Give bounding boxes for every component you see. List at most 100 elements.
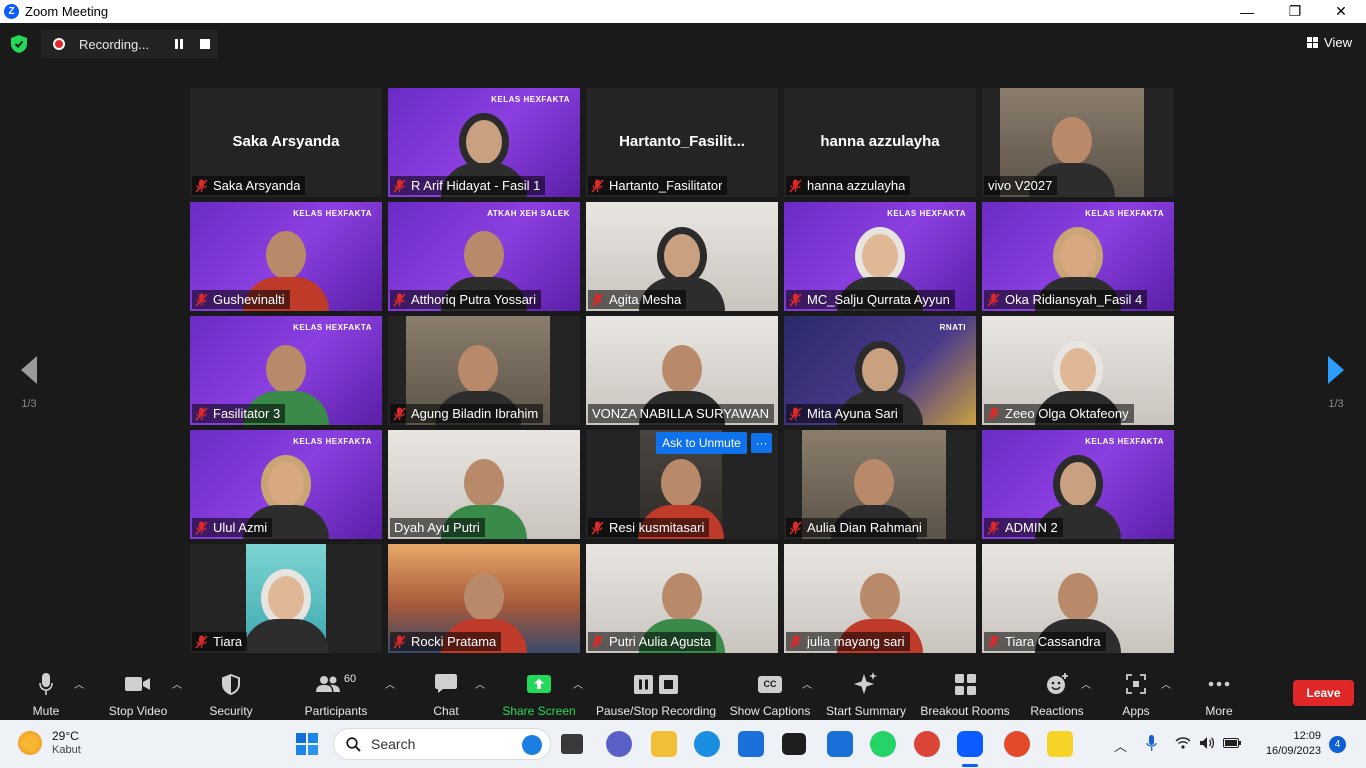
stop-video-button[interactable]: Stop Video (106, 663, 170, 720)
window-title: Zoom Meeting (25, 4, 109, 19)
participant-tile[interactable]: KELAS HEXFAKTA Fasilitator 3 (190, 316, 382, 425)
file-explorer-icon[interactable] (651, 731, 677, 757)
taskbar-search-box[interactable]: Search (333, 728, 551, 760)
chat-options-chevron-icon[interactable]: ︿ (475, 676, 485, 691)
close-button[interactable]: ✕ (1318, 0, 1364, 23)
mute-button[interactable]: Mute (24, 663, 68, 720)
weather-condition: Kabut (52, 744, 81, 756)
participant-tile[interactable]: KELAS HEXFAKTA Oka Ridiansyah_Fasil 4 (982, 202, 1174, 311)
participant-tile[interactable]: KELAS HEXFAKTA Ulul Azmi (190, 430, 382, 539)
microphone-icon (39, 673, 53, 695)
chrome-icon[interactable] (914, 731, 940, 757)
participant-name: Dyah Ayu Putri (394, 520, 480, 535)
reactions-button[interactable]: Reactions (1030, 663, 1084, 720)
participant-tile[interactable]: Dyah Ayu Putri (388, 430, 580, 539)
participant-tile[interactable]: KELAS HEXFAKTA MC_Salju Qurrata Ayyun (784, 202, 976, 311)
participant-tile[interactable]: Saka Arsyanda Saka Arsyanda (190, 88, 382, 197)
participant-tile[interactable]: RNATI Mita Ayuna Sari (784, 316, 976, 425)
muted-microphone-icon (789, 178, 802, 193)
participant-display-name: hanna azzulayha (820, 133, 940, 150)
participants-label: Participants (304, 704, 368, 718)
participant-tile[interactable]: Agung Biladin Ibrahim (388, 316, 580, 425)
battery-icon[interactable] (1223, 738, 1241, 748)
share-screen-button[interactable]: Share Screen (502, 663, 576, 720)
chat-button[interactable]: Chat (430, 663, 462, 720)
participant-tile[interactable]: KELAS HEXFAKTA ADMIN 2 (982, 430, 1174, 539)
weather-widget[interactable]: 29°C Kabut (18, 729, 81, 757)
notification-badge[interactable]: 4 (1329, 736, 1346, 753)
start-summary-button[interactable]: Start Summary (825, 663, 907, 720)
participant-tile[interactable]: julia mayang sari (784, 544, 976, 653)
participant-tile[interactable]: Resi kusmitasari Ask to Unmute ··· (586, 430, 778, 539)
participant-tile[interactable]: KELAS HEXFAKTA R Arif Hidayat - Fasil 1 (388, 88, 580, 197)
reactions-options-chevron-icon[interactable]: ︿ (1081, 676, 1091, 691)
participant-more-options-button[interactable]: ··· (751, 433, 772, 453)
share-screen-label: Share Screen (502, 704, 576, 718)
participant-tile[interactable]: Zeeo Olga Oktafeony (982, 316, 1174, 425)
more-button[interactable]: More (1198, 663, 1240, 720)
tray-microphone-icon[interactable] (1146, 735, 1157, 752)
breakout-rooms-button[interactable]: Breakout Rooms (920, 663, 1010, 720)
taskbar-clock[interactable]: 12:09 16/09/2023 (1266, 729, 1321, 759)
participant-tile[interactable]: Aulia Dian Rahmani (784, 430, 976, 539)
chevron-right-icon[interactable] (1326, 355, 1346, 385)
prev-page-nav[interactable]: 1/3 (9, 355, 49, 410)
participant-name: julia mayang sari (807, 634, 905, 649)
volume-icon[interactable] (1199, 736, 1215, 750)
participant-name: vivo V2027 (988, 178, 1053, 193)
security-button[interactable]: Security (206, 663, 256, 720)
muted-microphone-icon (393, 406, 406, 421)
show-captions-button[interactable]: CC Show Captions (730, 663, 810, 720)
participant-tile[interactable]: vivo V2027 (982, 88, 1174, 197)
teams-chat-icon[interactable] (606, 731, 632, 757)
minimize-button[interactable]: — (1224, 0, 1270, 23)
whatsapp-icon[interactable] (870, 731, 896, 757)
participant-tile[interactable]: Putri Aulia Agusta (586, 544, 778, 653)
ccleaner-icon[interactable] (1004, 731, 1030, 757)
bing-icon[interactable] (522, 735, 542, 755)
apps-options-chevron-icon[interactable]: ︿ (1161, 676, 1171, 691)
security-app-icon[interactable] (827, 731, 853, 757)
pause-stop-recording-button[interactable]: Pause/Stop Recording (596, 663, 716, 720)
pause-recording-icon[interactable] (175, 39, 185, 49)
participant-tile[interactable]: Rocki Pratama (388, 544, 580, 653)
maximize-button[interactable]: ❐ (1272, 0, 1318, 23)
stop-recording-icon[interactable] (200, 39, 210, 49)
participants-button[interactable]: 60 Participants (303, 663, 369, 720)
wifi-icon[interactable] (1175, 736, 1191, 750)
participant-name-tag: R Arif Hidayat - Fasil 1 (390, 176, 546, 195)
ask-to-unmute-button[interactable]: Ask to Unmute (656, 432, 747, 454)
participant-tile[interactable]: Hartanto_Fasilit... Hartanto_Fasilitator (586, 88, 778, 197)
participant-tile[interactable]: Tiara (190, 544, 382, 653)
zoom-app: Z Zoom Meeting — ❐ ✕ Recording... View 1… (0, 0, 1366, 768)
video-options-chevron-icon[interactable]: ︿ (172, 676, 182, 691)
view-button[interactable]: View (1307, 35, 1352, 50)
audio-options-chevron-icon[interactable]: ︿ (74, 676, 84, 691)
participant-tile[interactable]: hanna azzulayha hanna azzulayha (784, 88, 976, 197)
task-view-icon[interactable] (561, 734, 583, 754)
participant-tile[interactable]: Tiara Cassandra (982, 544, 1174, 653)
participant-name: Aulia Dian Rahmani (807, 520, 922, 535)
participant-name-tag: Agung Biladin Ibrahim (390, 404, 544, 423)
share-options-chevron-icon[interactable]: ︿ (573, 676, 583, 691)
encryption-shield-icon[interactable] (11, 35, 27, 53)
sticky-notes-icon[interactable] (1047, 731, 1073, 757)
participant-tile[interactable]: ATKAH XEH SALEK Atthoriq Putra Yossari (388, 202, 580, 311)
more-label: More (1205, 704, 1233, 718)
participant-tile[interactable]: Agita Mesha (586, 202, 778, 311)
edge-browser-icon[interactable] (694, 731, 720, 757)
leave-button[interactable]: Leave (1293, 680, 1354, 706)
participants-options-chevron-icon[interactable]: ︿ (385, 676, 395, 691)
zoom-taskbar-icon[interactable] (957, 731, 983, 757)
participant-tile[interactable]: KELAS HEXFAKTA Gushevinalti (190, 202, 382, 311)
apps-button[interactable]: Apps (1118, 663, 1154, 720)
chevron-left-icon[interactable] (19, 355, 39, 385)
dropbox-icon[interactable] (782, 733, 806, 755)
next-page-nav[interactable]: 1/3 (1316, 355, 1356, 410)
windows-start-icon[interactable] (296, 733, 318, 755)
recording-dot-icon (53, 38, 65, 50)
show-hidden-icons-chevron-icon[interactable]: ︿ (1114, 736, 1127, 755)
captions-options-chevron-icon[interactable]: ︿ (802, 676, 812, 691)
participant-tile[interactable]: VONZA NABILLA SURYAWAN (586, 316, 778, 425)
microsoft-store-icon[interactable] (738, 731, 764, 757)
